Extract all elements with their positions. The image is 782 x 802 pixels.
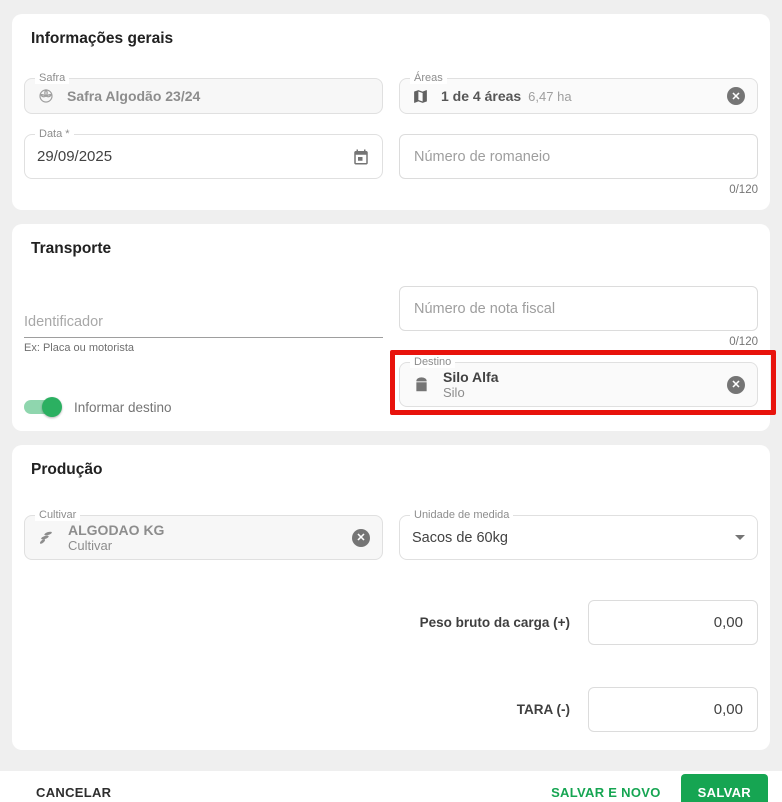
unidade-select-label: Unidade de medida [410,509,513,521]
nota-fiscal-input[interactable] [399,286,758,331]
seeds-icon [37,528,56,547]
peso-bruto-input[interactable] [588,600,758,645]
tara-input[interactable] [588,687,758,732]
section-title-transport: Transporte [31,240,758,258]
section-title-general: Informações gerais [31,30,758,48]
areas-field-label: Áreas [410,72,447,84]
map-icon [412,88,429,105]
silo-icon [412,375,431,394]
chevron-down-icon [735,535,745,540]
destino-field-label: Destino [410,356,455,368]
save-and-new-button[interactable]: SALVAR E NOVO [545,777,667,802]
nota-fiscal-counter: 0/120 [399,336,758,348]
safra-value: Safra Algodão 23/24 [67,88,200,104]
save-button[interactable]: SALVAR [681,774,768,802]
identificador-helper: Ex: Placa ou motorista [24,342,383,354]
informar-destino-toggle[interactable] [24,397,62,417]
card-general-info: Informações gerais Safra Safra Algodão 2… [12,14,770,210]
card-transport: Transporte Ex: Placa ou motorista Inform… [12,224,770,431]
unidade-select[interactable]: Unidade de medida Sacos de 60kg [399,515,758,560]
cultivar-field[interactable]: Cultivar ALGODAO KG Cultivar ✕ [24,515,383,560]
section-title-production: Produção [31,461,758,479]
destino-subtitle: Silo [443,385,499,400]
destino-value: Silo Alfa [443,369,499,385]
unidade-value: Sacos de 60kg [412,530,508,546]
card-production: Produção Cultivar ALGODAO KG Cultivar ✕ [12,445,770,750]
cultivar-value: ALGODAO KG [68,522,164,538]
cotton-icon [37,87,55,105]
safra-field-label: Safra [35,72,69,84]
footer-action-bar: CANCELAR SALVAR E NOVO SALVAR [0,771,782,802]
safra-field[interactable]: Safra Safra Algodão 23/24 [24,78,383,114]
date-value: 29/09/2025 [37,148,112,165]
identificador-input[interactable] [24,308,383,338]
clear-areas-icon[interactable]: ✕ [727,87,745,105]
peso-bruto-label: Peso bruto da carga (+) [420,615,570,630]
destino-field[interactable]: Destino Silo Alfa Silo ✕ [399,362,758,407]
cancel-button[interactable]: CANCELAR [30,777,117,802]
clear-cultivar-icon[interactable]: ✕ [352,529,370,547]
informar-destino-label: Informar destino [74,400,172,415]
date-field-label: Data * [35,128,74,140]
areas-field[interactable]: Áreas 1 de 4 áreas 6,47 ha ✕ [399,78,758,114]
cultivar-subtitle: Cultivar [68,538,164,553]
romaneio-counter: 0/120 [399,184,758,196]
date-field[interactable]: Data * 29/09/2025 [24,134,383,179]
cultivar-field-label: Cultivar [35,509,80,521]
clear-destino-icon[interactable]: ✕ [727,376,745,394]
calendar-icon[interactable] [352,148,370,166]
areas-detail: 6,47 ha [528,89,571,104]
romaneio-input[interactable] [399,134,758,179]
tara-label: TARA (-) [517,702,570,717]
areas-value: 1 de 4 áreas [441,88,521,104]
